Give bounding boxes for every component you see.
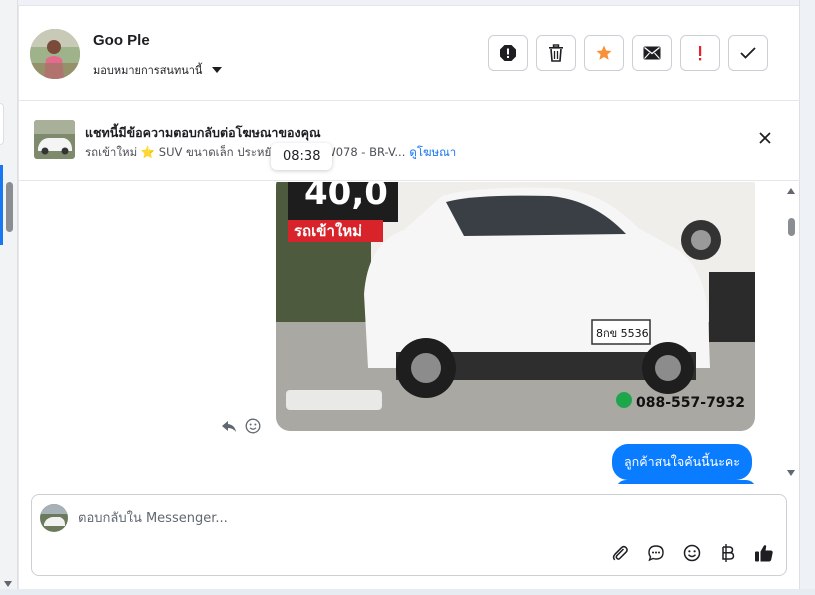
header-actions [488, 35, 768, 71]
ad-subtitle-text: รถเข้าใหม่ ⭐ SUV ขนาดเล็ก ประหยัด ครัว 🚗… [85, 145, 406, 159]
outgoing-message-partial[interactable] [616, 480, 756, 484]
payment-button[interactable] [718, 543, 738, 563]
ad-banner-title: แชทนี้มีข้อความตอบกลับต่อโฆษณาของคุณ [85, 125, 321, 140]
photo-price-overlay: 40,0 [304, 182, 388, 213]
emoji-icon [683, 544, 701, 562]
thumbs-up-icon [755, 545, 773, 562]
sidebar-tab[interactable] [0, 103, 4, 145]
mark-unread-button[interactable] [632, 35, 672, 71]
outer-scrollbar[interactable] [0, 0, 18, 595]
photo-phone: 088-557-7932 [636, 395, 745, 411]
outer-scroll-thumb[interactable] [6, 182, 13, 232]
scroll-down-icon[interactable] [787, 470, 795, 476]
thread-scroll-thumb[interactable] [788, 218, 795, 236]
trash-icon [549, 44, 563, 62]
reply-icon[interactable] [221, 418, 237, 434]
like-button[interactable] [754, 543, 774, 563]
ad-thumbnail[interactable] [34, 120, 75, 159]
attach-button[interactable] [610, 543, 630, 563]
scroll-up-icon[interactable] [787, 188, 795, 194]
timestamp-tooltip: 08:38 [271, 143, 333, 170]
star-icon [596, 45, 612, 60]
assign-label: มอบหมายการสนทนานี้ [93, 64, 203, 77]
ad-reply-banner: แชทนี้มีข้อความตอบกลับต่อโฆษณาของคุณ รถเ… [19, 101, 800, 181]
outgoing-message[interactable]: ลูกค้าสนใจคันนี้นะคะ [612, 444, 752, 480]
thread-scrollbar[interactable] [783, 182, 799, 484]
spam-button[interactable] [488, 35, 528, 71]
reply-input[interactable] [78, 505, 638, 531]
conversation-header: Goo Ple มอบหมายการสนทนานี้ [19, 6, 800, 101]
avatar[interactable] [30, 29, 80, 79]
sidebar-accent [0, 165, 3, 245]
right-gutter [799, 0, 815, 595]
react-emoji-icon[interactable] [245, 418, 261, 434]
delete-button[interactable] [536, 35, 576, 71]
car-photo-message[interactable]: 40,0 รถเข้าใหม่ 8กข 5536 088-557-7932 [276, 182, 755, 431]
user-name: Goo Ple [93, 32, 150, 49]
paperclip-icon [612, 545, 628, 561]
star-button[interactable] [584, 35, 624, 71]
message-actions [221, 418, 261, 434]
conversation-panel: Goo Ple มอบหมายการสนทนานี้ แชทนี้มีข้อคว… [18, 5, 800, 589]
view-ad-link[interactable]: ดูโฆษณา [409, 145, 456, 159]
emoji-button[interactable] [682, 543, 702, 563]
outer-scroll-down-icon[interactable] [4, 581, 12, 587]
chat-bubble-icon [648, 545, 664, 562]
photo-plate: 8กข 5536 [596, 327, 649, 340]
assign-conversation-dropdown[interactable]: มอบหมายการสนทนานี้ [93, 61, 223, 79]
close-icon [759, 132, 771, 144]
spam-icon [500, 45, 516, 61]
caret-down-icon [212, 67, 223, 73]
mark-done-button[interactable] [728, 35, 768, 71]
mail-icon [643, 46, 661, 60]
message-thread[interactable]: 40,0 รถเข้าใหม่ 8กข 5536 088-557-7932 ลู… [19, 182, 800, 484]
saved-replies-button[interactable] [646, 543, 666, 563]
photo-tag-overlay: รถเข้าใหม่ [294, 222, 362, 240]
reply-composer [31, 494, 787, 576]
baht-icon [722, 544, 735, 562]
check-icon [740, 47, 756, 59]
bottom-gutter [0, 589, 815, 595]
close-banner-button[interactable] [756, 129, 774, 147]
alert-icon [699, 46, 702, 61]
follow-up-button[interactable] [680, 35, 720, 71]
composer-tools [610, 543, 774, 563]
page-avatar [40, 504, 68, 532]
